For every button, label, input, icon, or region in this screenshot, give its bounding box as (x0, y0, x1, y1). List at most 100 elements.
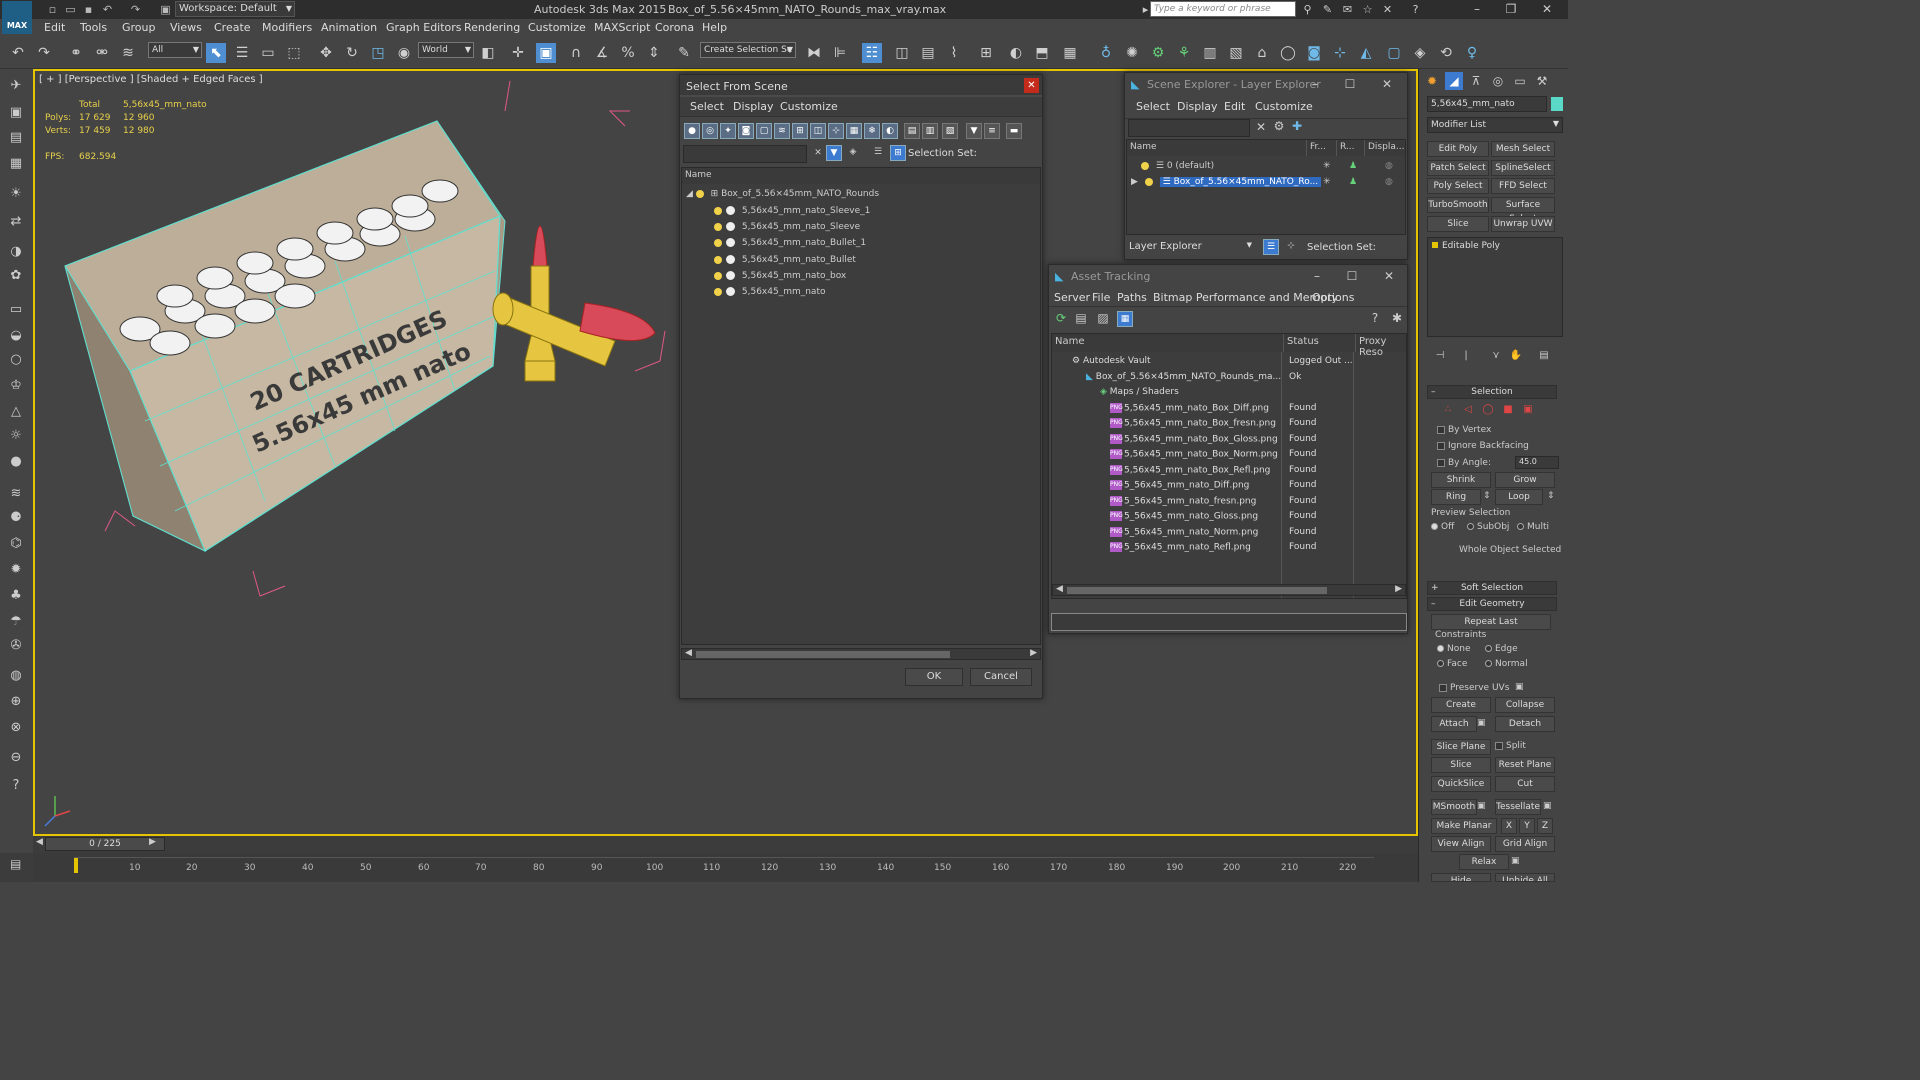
display-xrefs-icon[interactable]: ◫ (810, 123, 826, 139)
unlink-icon[interactable]: ⚮ (92, 43, 112, 63)
layer-filter-icon[interactable]: ✚ (1287, 119, 1307, 133)
light-bulb-icon[interactable] (714, 222, 722, 231)
tree-item[interactable]: 5,56x45_mm_nato_Bullet_1 (714, 235, 866, 251)
turbosmooth-button[interactable]: TurboSmooth (1427, 197, 1489, 213)
strip-tool-12-icon[interactable]: ♔ (6, 376, 26, 396)
checkbox-icon[interactable] (1495, 741, 1503, 750)
undo-icon[interactable]: ↶ (8, 43, 28, 63)
menu-help[interactable]: Help (702, 21, 727, 34)
strip-tool-3-icon[interactable]: ▤ (6, 128, 26, 148)
vray-fur-icon[interactable]: ⚘ (1174, 43, 1194, 63)
tree-item[interactable]: 5,56x45_mm_nato_Sleeve_1 (714, 203, 870, 219)
preview-multi-radio[interactable]: Multi (1517, 522, 1549, 532)
planar-x-button[interactable]: X (1501, 818, 1517, 834)
display-bones-icon[interactable]: ⊹ (828, 123, 844, 139)
hide-selected-button[interactable]: Hide Selected (1431, 873, 1491, 882)
menu-tools[interactable]: Tools (80, 21, 107, 34)
time-slider[interactable]: ◀ 0 / 225 ▶ (33, 836, 1418, 853)
vray-light-icon[interactable]: ♁ (1096, 43, 1116, 63)
spinner-snap-icon[interactable]: ⇕ (644, 43, 664, 63)
thumbnail-view-icon[interactable]: ▨ (1093, 311, 1113, 325)
menu-modifiers[interactable]: Modifiers (262, 21, 312, 34)
table-view-icon[interactable]: ▦ (1117, 311, 1133, 327)
collapse-triangle-icon[interactable]: ◢ (686, 189, 693, 199)
create-button[interactable]: Create (1431, 697, 1491, 713)
menu-create[interactable]: Create (214, 21, 251, 34)
search-input[interactable]: Type a keyword or phrase (1150, 1, 1296, 17)
asset-row-map[interactable]: PNG5,56x45_mm_nato_Box_Gloss.png Found (1052, 432, 1406, 448)
link-icon[interactable]: ⚭ (66, 43, 86, 63)
ok-button[interactable]: OK (905, 668, 963, 686)
border-mode-icon[interactable]: ◯ (1479, 401, 1497, 419)
tessellate-settings-icon[interactable]: ▣ (1543, 801, 1552, 811)
menu-group[interactable]: Group (122, 21, 156, 34)
vertex-mode-icon[interactable]: ∴ (1439, 401, 1457, 419)
sfs-name-column-header[interactable]: Name (682, 168, 1040, 184)
vray-ambient-icon[interactable]: ⟲ (1436, 43, 1456, 63)
planar-z-button[interactable]: Z (1537, 818, 1553, 834)
strip-tool-21-icon[interactable]: ☂ (6, 612, 26, 632)
strip-tool-24-icon[interactable]: ⊕ (6, 692, 26, 712)
unwrap-uvw-button[interactable]: Unwrap UVW (1491, 216, 1555, 232)
scroll-right-icon[interactable]: ▶ (1030, 648, 1037, 658)
filter-icon[interactable]: ▼ (966, 123, 982, 139)
collapse-button[interactable]: Collapse (1495, 697, 1555, 713)
move-icon[interactable]: ✥ (316, 43, 336, 63)
project-folder-icon[interactable]: ▣ (158, 2, 173, 17)
menu-customize[interactable]: Customize (528, 21, 586, 34)
favorites-icon[interactable]: ☆ (1360, 2, 1375, 17)
unhide-all-button[interactable]: Unhide All (1495, 873, 1555, 882)
edit-poly-button[interactable]: Edit Poly (1427, 141, 1489, 157)
scroll-left-icon[interactable]: ◀ (685, 648, 692, 658)
modify-tab-icon[interactable]: ◢ (1445, 72, 1463, 90)
selection-rollout-header[interactable]: – Selection (1427, 385, 1557, 399)
material-editor-icon[interactable]: ◐ (1006, 43, 1026, 63)
invert-display-icon[interactable]: ▧ (942, 123, 958, 139)
select-from-scene-titlebar[interactable]: Select From Scene ✕ (680, 75, 1042, 97)
display-containers-icon[interactable]: ▦ (846, 123, 862, 139)
display-toggle-icon[interactable]: ◍ (1385, 158, 1393, 174)
vray-sphere-icon[interactable]: ⚙ (1148, 43, 1168, 63)
asset-row-file[interactable]: ◣ Box_of_5.56×45mm_NATO_Rounds_ma... Ok (1052, 370, 1406, 386)
prev-frame-icon[interactable]: ◀ (36, 837, 43, 847)
se-column-name[interactable]: Name (1127, 140, 1307, 156)
frozen-toggle-icon[interactable]: ✳ (1323, 174, 1331, 190)
pivot-center-icon[interactable]: ◧ (478, 43, 498, 63)
undo-icon[interactable]: ↶ (100, 2, 115, 17)
sfs-horizontal-scrollbar[interactable]: ◀ ▶ (681, 648, 1041, 660)
se-menu-edit[interactable]: Edit (1224, 100, 1245, 113)
stack-item[interactable]: Editable Poly (1432, 241, 1500, 251)
strip-tool-25-icon[interactable]: ⊗ (6, 718, 26, 738)
se-column-render[interactable]: R... (1337, 140, 1365, 156)
light-bulb-icon[interactable] (1144, 177, 1153, 186)
close-icon[interactable]: ✕ (1024, 78, 1039, 93)
asset-tracking-titlebar[interactable]: ◣ Asset Tracking – ☐ ✕ (1049, 265, 1407, 289)
track-bar[interactable]: 10 20 30 40 50 60 70 80 90 100 110 120 1… (33, 853, 1418, 882)
help-icon[interactable]: ? (1408, 2, 1423, 17)
refresh-icon[interactable]: ⟳ (1051, 311, 1071, 325)
strip-tool-14-icon[interactable]: ☼ (6, 426, 26, 446)
asset-row-map[interactable]: PNG5_56x45_mm_nato_Norm.png Found (1052, 525, 1406, 541)
mesh-select-button[interactable]: Mesh Select (1491, 141, 1555, 157)
expand-arrow-icon[interactable]: ▶ (1131, 177, 1138, 187)
preview-subobj-radio[interactable]: SubObj (1467, 522, 1509, 532)
strip-tool-16-icon[interactable]: ≋ (6, 484, 26, 504)
strip-tool-19-icon[interactable]: ✹ (6, 560, 26, 580)
next-frame-icon[interactable]: ▶ (149, 837, 156, 847)
find-options-icon[interactable]: ⚙ (1269, 119, 1289, 133)
asset-row-maps-group[interactable]: ◈ Maps / Shaders (1052, 385, 1406, 401)
quickslice-button[interactable]: QuickSlice (1431, 776, 1491, 792)
constraint-edge-radio[interactable]: Edge (1485, 644, 1518, 654)
radio-icon[interactable] (1485, 660, 1492, 667)
strip-tool-7-icon[interactable]: ◑ (6, 242, 26, 262)
vray-ies-icon[interactable]: ◭ (1356, 43, 1376, 63)
display-shapes-icon[interactable]: ◎ (702, 123, 718, 139)
display-all-icon[interactable]: ▤ (904, 123, 920, 139)
scroll-right-icon[interactable]: ▶ (1395, 584, 1402, 594)
at-menu-options[interactable]: Options (1312, 291, 1354, 304)
strip-tool-2-icon[interactable]: ▣ (6, 103, 26, 123)
save-icon[interactable]: ▪ (81, 2, 96, 17)
strip-tool-10-icon[interactable]: ◒ (6, 326, 26, 346)
menu-corona[interactable]: Corona (655, 21, 694, 34)
selection-filter-dropdown[interactable]: All ▼ (148, 42, 202, 58)
